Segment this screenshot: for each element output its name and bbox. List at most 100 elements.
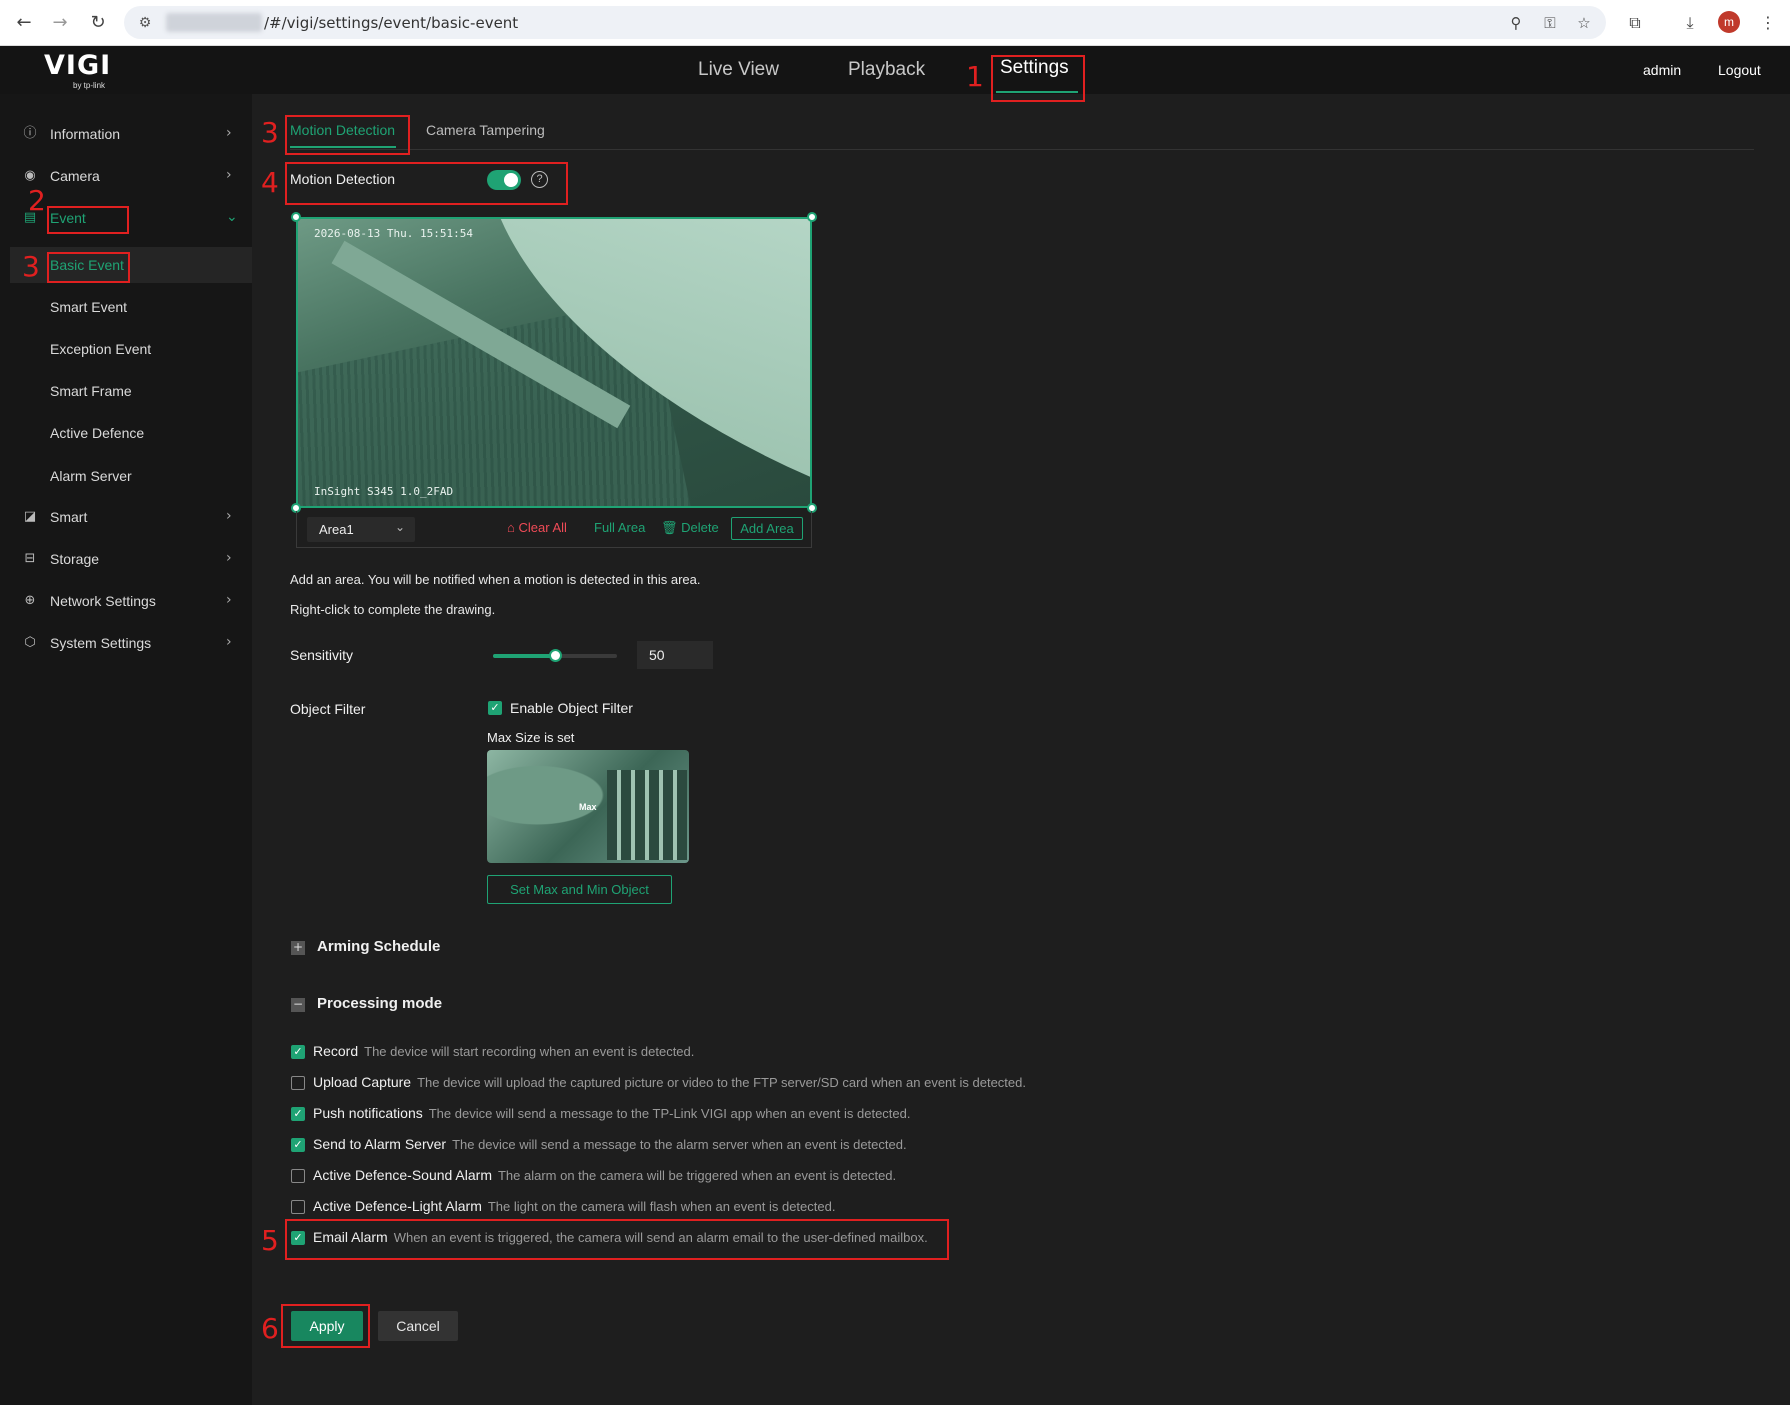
- site-info-icon[interactable]: ⚙: [134, 12, 156, 34]
- sidebar-item-network-settings[interactable]: ⊕ Network Settings ›: [0, 583, 252, 621]
- area-select[interactable]: Area1 ⌄: [307, 517, 415, 542]
- annotation-number: 5: [261, 1224, 279, 1257]
- sidebar-item-label: Storage: [50, 551, 100, 567]
- extensions-icon[interactable]: ⧉: [1623, 11, 1647, 35]
- video-camera-name: InSight S345 1.0_2FAD: [314, 485, 454, 498]
- clear-all-button[interactable]: ⌂ Clear All: [507, 520, 567, 535]
- settings-icon: ⬡: [24, 635, 36, 650]
- processing-name: Record: [313, 1043, 359, 1059]
- url-path: /#/vigi/settings/event/basic-event: [264, 14, 519, 32]
- reload-icon[interactable]: ↻: [86, 11, 110, 35]
- chevron-right-icon: ›: [226, 508, 232, 524]
- set-max-min-object-button[interactable]: Set Max and Min Object: [487, 875, 672, 904]
- send-to-alarm-server-checkbox[interactable]: ✓: [291, 1138, 305, 1152]
- tab-live-view[interactable]: Live View: [698, 59, 779, 81]
- annotation-box: [285, 162, 568, 205]
- sidebar-item-label: Network Settings: [50, 593, 156, 609]
- sidebar-subitem-exception-event[interactable]: Exception Event: [0, 331, 252, 367]
- processing-name: Push notifications: [313, 1105, 423, 1121]
- sidebar-subitem-label: Smart Frame: [50, 383, 132, 399]
- object-size-thumbnail: Max: [487, 750, 689, 863]
- logo-subtext: by tp-link: [73, 81, 106, 90]
- tab-playback[interactable]: Playback: [848, 59, 925, 81]
- area-toolbar: Area1 ⌄ ⌂ Clear All Full Area 🗑 Delete A…: [296, 511, 812, 548]
- bookmark-star-icon[interactable]: ☆: [1572, 11, 1596, 35]
- processing-mode-title[interactable]: Processing mode: [317, 995, 442, 1012]
- sidebar-item-label: Information: [50, 126, 121, 142]
- sound-alarm-checkbox[interactable]: [291, 1169, 305, 1183]
- add-area-button[interactable]: Add Area: [731, 517, 803, 540]
- zoom-icon[interactable]: ⚲: [1504, 11, 1528, 35]
- slider-knob[interactable]: [549, 649, 562, 662]
- light-alarm-checkbox[interactable]: [291, 1200, 305, 1214]
- resize-handle[interactable]: [291, 212, 301, 222]
- expand-icon[interactable]: +: [291, 941, 305, 955]
- annotation-number: 1: [966, 60, 984, 93]
- annotation-number: 3: [261, 116, 279, 149]
- cancel-button[interactable]: Cancel: [378, 1311, 458, 1341]
- storage-icon: ⊟: [24, 551, 36, 566]
- processing-desc: The light on the camera will flash when …: [487, 1199, 836, 1214]
- area-select-value: Area1: [319, 522, 354, 537]
- sensitivity-slider[interactable]: [493, 649, 617, 662]
- annotation-box: [281, 1304, 370, 1348]
- arming-schedule-title[interactable]: Arming Schedule: [317, 938, 440, 955]
- logout-link[interactable]: Logout: [1718, 62, 1761, 78]
- smart-icon: ◪: [23, 509, 37, 524]
- sidebar-subitem-label: Exception Event: [50, 341, 152, 357]
- profile-avatar[interactable]: m: [1718, 11, 1740, 33]
- blurred-host: [166, 13, 262, 32]
- forward-arrow-icon[interactable]: →: [48, 11, 72, 35]
- info-icon: ⓘ: [23, 126, 37, 141]
- sidebar-subitem-label: Active Defence: [50, 425, 145, 441]
- sidebar-subitem-alarm-server[interactable]: Alarm Server: [0, 458, 252, 494]
- thumbnail-max-label: Max: [579, 802, 597, 812]
- sidebar-subitem-smart-event[interactable]: Smart Event: [0, 289, 252, 325]
- chevron-down-icon: ⌄: [226, 209, 238, 225]
- sidebar-item-smart[interactable]: ◪ Smart ›: [0, 499, 252, 537]
- collapse-icon[interactable]: −: [291, 998, 305, 1012]
- full-area-button[interactable]: Full Area: [594, 520, 645, 535]
- user-name[interactable]: admin: [1643, 62, 1681, 78]
- sidebar-subitem-label: Smart Event: [50, 299, 128, 315]
- enable-object-filter-checkbox[interactable]: ✓: [488, 701, 502, 715]
- menu-dots-icon[interactable]: ⋮: [1756, 11, 1780, 35]
- chevron-right-icon: ›: [226, 592, 232, 608]
- address-bar[interactable]: ⚙ /#/vigi/settings/event/basic-event ⚲ ⚿…: [124, 6, 1606, 39]
- app-header: VIGI by tp-link Live View Playback Setti…: [0, 46, 1790, 94]
- sidebar-item-information[interactable]: ⓘ Information ›: [0, 116, 252, 154]
- annotation-number: 6: [261, 1312, 279, 1345]
- password-key-icon[interactable]: ⚿: [1538, 11, 1562, 35]
- annotation-number: 4: [261, 166, 279, 199]
- processing-desc: The device will upload the captured pict…: [417, 1075, 1026, 1090]
- record-checkbox[interactable]: ✓: [291, 1045, 305, 1059]
- sidebar-item-storage[interactable]: ⊟ Storage ›: [0, 541, 252, 579]
- processing-desc: The device will send a message to the TP…: [428, 1106, 911, 1121]
- sidebar-item-system-settings[interactable]: ⬡ System Settings ›: [0, 625, 252, 663]
- back-arrow-icon[interactable]: ←: [12, 11, 36, 35]
- sensitivity-label: Sensitivity: [290, 647, 354, 663]
- download-icon[interactable]: ⤓: [1678, 11, 1702, 35]
- sensitivity-input[interactable]: 50: [637, 641, 713, 669]
- sidebar-subitem-active-defence[interactable]: Active Defence: [0, 415, 252, 451]
- delete-button[interactable]: 🗑 Delete: [661, 520, 719, 536]
- processing-desc: The device will start recording when an …: [364, 1044, 695, 1059]
- processing-desc: The alarm on the camera will be triggere…: [497, 1168, 897, 1183]
- camera-preview[interactable]: 2026-08-13 Thu. 15:51:54 InSight S345 1.…: [296, 217, 812, 508]
- vigi-logo: VIGI by tp-link: [44, 50, 112, 90]
- push-notifications-checkbox[interactable]: ✓: [291, 1107, 305, 1121]
- tab-camera-tampering[interactable]: Camera Tampering: [426, 122, 545, 138]
- clear-all-label: Clear All: [518, 520, 567, 535]
- processing-desc: The device will send a message to the al…: [452, 1137, 907, 1152]
- annotation-box: [285, 115, 410, 155]
- divider: [290, 149, 1754, 150]
- processing-name: Active Defence-Light Alarm: [313, 1198, 482, 1214]
- slider-fill: [493, 654, 555, 658]
- logo-text: VIGI: [44, 50, 112, 81]
- drawing-hint: Right-click to complete the drawing.: [290, 602, 496, 617]
- area-hint: Add an area. You will be notified when a…: [290, 572, 701, 587]
- sidebar-subitem-smart-frame[interactable]: Smart Frame: [0, 373, 252, 409]
- upload-capture-checkbox[interactable]: [291, 1076, 305, 1090]
- sidebar-subitem-label: Alarm Server: [50, 468, 132, 484]
- resize-handle[interactable]: [807, 212, 817, 222]
